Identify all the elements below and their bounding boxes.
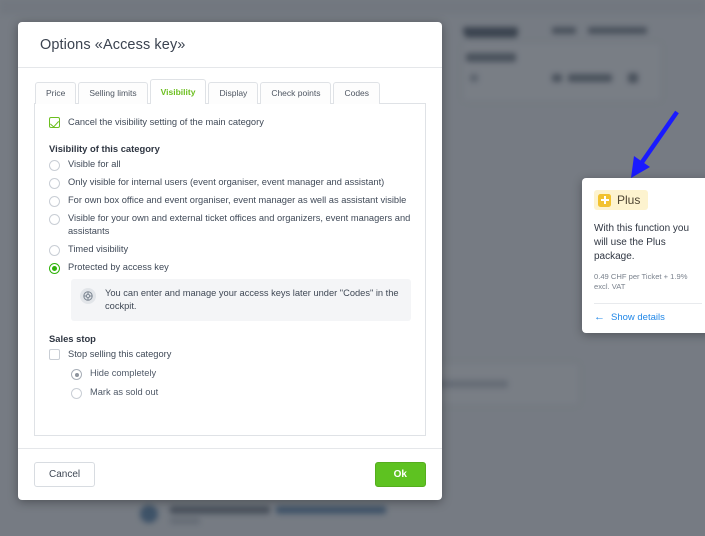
radio-external-ticket-offices[interactable]	[49, 214, 60, 225]
cancel-main-category-row[interactable]: Cancel the visibility setting of the mai…	[49, 116, 411, 129]
ok-button[interactable]: Ok	[374, 462, 426, 487]
visibility-option-external-ticket-offices[interactable]: Visible for your own and external ticket…	[49, 212, 411, 238]
plus-badge-label: Plus	[617, 193, 641, 207]
tab-selling-limits[interactable]: Selling limits	[78, 82, 148, 104]
radio-timed-visibility[interactable]	[49, 245, 60, 256]
plus-tooltip-description: With this function you will use the Plus…	[594, 222, 690, 262]
radio-visible-for-all[interactable]	[49, 160, 60, 171]
stop-selling-label: Stop selling this category	[68, 349, 172, 359]
radio-own-box-office[interactable]	[49, 196, 60, 207]
plus-package-tooltip: Plus With this function you will use the…	[582, 178, 705, 333]
show-details-link[interactable]: ← Show details	[594, 310, 702, 323]
plus-square-icon	[598, 193, 611, 207]
plus-badge: Plus	[594, 190, 649, 210]
visibility-option-label: Visible for your own and external ticket…	[68, 213, 411, 236]
plus-tooltip-price: 0.49 CHF per Ticket + 1.9% excl. VAT	[594, 271, 688, 292]
stop-selling-checkbox[interactable]	[49, 349, 60, 360]
visibility-option-label: Visible for all	[68, 159, 121, 169]
stop-selling-row[interactable]: Stop selling this category	[49, 348, 411, 361]
sales-stop-option-mark-as-sold-out[interactable]: Mark as sold out	[71, 386, 411, 399]
radio-internal-users[interactable]	[49, 178, 60, 189]
sales-stop-radio-group: Hide completely Mark as sold out	[71, 367, 411, 399]
dialog-header: Options «Access key»	[18, 22, 442, 68]
sales-stop-option-label: Hide completely	[90, 368, 157, 378]
tab-codes[interactable]: Codes	[333, 82, 381, 104]
radio-hide-completely[interactable]	[71, 369, 82, 380]
access-key-info-text: You can enter and manage your access key…	[105, 288, 399, 311]
show-details-label: Show details	[611, 311, 665, 323]
access-key-icon	[80, 288, 96, 304]
visibility-group-heading: Visibility of this category	[49, 143, 160, 154]
arrow-left-icon: ←	[594, 310, 605, 323]
visibility-option-internal-users[interactable]: Only visible for internal users (event o…	[49, 176, 411, 189]
tab-check-points[interactable]: Check points	[260, 82, 332, 104]
visibility-option-protected-by-access-key[interactable]: Protected by access key	[49, 261, 411, 274]
tooltip-divider	[594, 302, 702, 304]
visibility-option-own-box-office[interactable]: For own box office and event organiser, …	[49, 194, 411, 207]
dialog-footer: Cancel Ok	[18, 448, 442, 500]
visibility-option-visible-for-all[interactable]: Visible for all	[49, 158, 411, 171]
sales-stop-option-label: Mark as sold out	[90, 387, 159, 397]
visibility-panel: Cancel the visibility setting of the mai…	[34, 103, 426, 436]
access-key-info-box: You can enter and manage your access key…	[71, 279, 411, 321]
tab-display[interactable]: Display	[208, 82, 259, 104]
radio-protected-by-access-key[interactable]	[49, 263, 60, 274]
visibility-option-label: Protected by access key	[68, 262, 169, 272]
sales-stop-option-hide-completely[interactable]: Hide completely	[71, 367, 411, 380]
tab-bar: Price Selling limits Visibility Display …	[34, 79, 426, 105]
tab-visibility[interactable]: Visibility	[149, 79, 207, 105]
page-title: Options «Access key»	[40, 36, 186, 53]
visibility-option-label: Only visible for internal users (event o…	[68, 177, 385, 187]
cancel-main-category-checkbox[interactable]	[49, 117, 60, 128]
tab-price[interactable]: Price	[35, 82, 77, 104]
visibility-option-label: Timed visibility	[68, 244, 129, 254]
cancel-button[interactable]: Cancel	[34, 462, 96, 487]
visibility-option-timed-visibility[interactable]: Timed visibility	[49, 243, 411, 256]
radio-mark-as-sold-out[interactable]	[71, 388, 82, 399]
visibility-option-label: For own box office and event organiser, …	[68, 195, 407, 205]
dialog-body: Price Selling limits Visibility Display …	[18, 68, 442, 436]
visibility-radio-group: Visible for all Only visible for interna…	[49, 158, 411, 274]
cancel-main-category-label: Cancel the visibility setting of the mai…	[68, 117, 264, 127]
sales-stop-heading: Sales stop	[49, 333, 96, 344]
options-dialog: Options «Access key» Price Selling limit…	[18, 22, 442, 500]
